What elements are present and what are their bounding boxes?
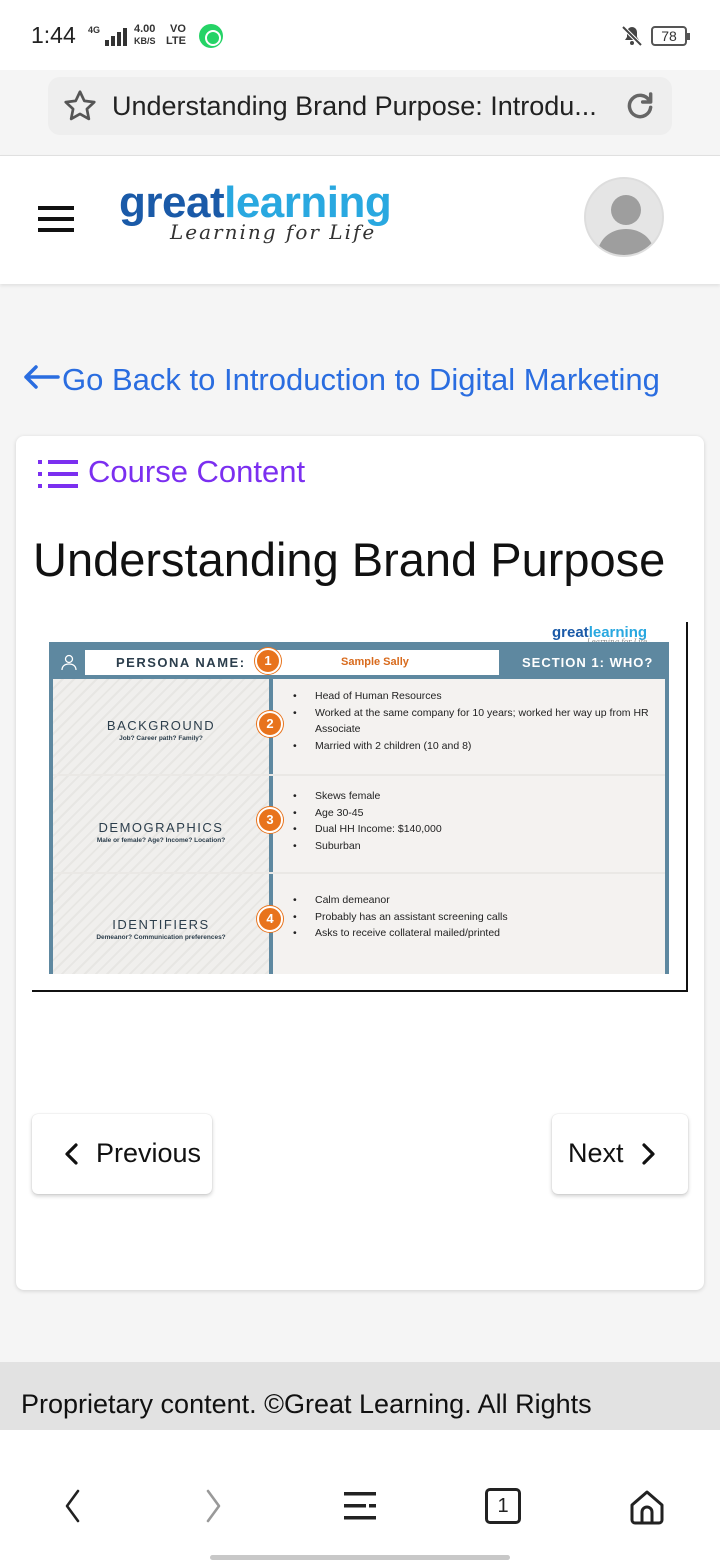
step-badge: 1 — [255, 648, 281, 674]
back-link-label: Go Back to Introduction to Digital Marke… — [62, 362, 660, 397]
list-icon — [38, 460, 78, 488]
demographics-bullets: Skews female Age 30-45 Dual HH Income: $… — [293, 788, 653, 854]
avatar[interactable] — [584, 177, 664, 257]
menu-icon[interactable] — [38, 206, 74, 232]
list-item: Head of Human Resources — [293, 688, 653, 705]
step-badge: 2 — [257, 711, 283, 737]
battery-icon: 78 — [651, 26, 690, 46]
user-icon — [596, 195, 656, 255]
volte-label: VO — [170, 23, 186, 35]
list-item: Suburban — [293, 838, 653, 855]
person-icon — [61, 654, 77, 671]
previous-label: Previous — [96, 1138, 202, 1168]
page-title: Understanding Brand Purpose — [33, 533, 666, 586]
previous-button[interactable]: Previous — [32, 1114, 212, 1194]
page-root: 1:44 4G 4.00 KB/S VO LTE 78 Understandin… — [0, 0, 720, 1560]
category-title: BACKGROUND — [106, 718, 216, 733]
browser-bottom-nav: 1 — [0, 1430, 720, 1560]
back-nav-icon[interactable] — [60, 1488, 86, 1524]
step-badge: 4 — [257, 906, 283, 932]
background-bullets: Head of Human Resources Worked at the sa… — [293, 688, 653, 754]
status-bar: 1:44 4G 4.00 KB/S VO LTE 78 — [0, 0, 720, 70]
whatsapp-icon — [199, 24, 223, 48]
data-rate: 4.00 — [134, 23, 156, 35]
list-item: Dual HH Income: $140,000 — [293, 821, 653, 838]
menu-lines-icon[interactable] — [342, 1488, 378, 1524]
chevron-left-icon — [65, 1143, 78, 1165]
persona-name-value: Sample Sally — [341, 656, 409, 668]
browser-address-bar[interactable]: Understanding Brand Purpose: Introdu... — [48, 77, 672, 135]
section-label: SECTION 1: WHO? — [522, 655, 654, 670]
persona-table: PERSONA NAME: Sample Sally SECTION 1: WH… — [49, 642, 669, 974]
footer-text: Proprietary content. ©Great Learning. Al… — [21, 1389, 666, 1430]
url-title[interactable]: Understanding Brand Purpose: Introdu... — [112, 91, 597, 122]
reload-icon[interactable] — [624, 90, 656, 122]
gesture-bar — [210, 1555, 510, 1560]
category-title: DEMOGRAPHICS — [98, 820, 224, 835]
row-divider — [53, 872, 665, 874]
slide-logo: greatlearning Learning for Life — [552, 624, 647, 646]
data-rate-unit: KB/S — [134, 36, 156, 46]
back-link[interactable]: Go Back to Introduction to Digital Marke… — [22, 362, 660, 398]
category-subtitle: Male or female? Age? Income? Location? — [96, 837, 226, 844]
category-background: BACKGROUND Job? Career path? Family? — [53, 718, 269, 742]
list-item: Married with 2 children (10 and 8) — [293, 738, 653, 755]
forward-nav-icon[interactable] — [200, 1488, 226, 1524]
list-item: Asks to receive collateral mailed/printe… — [293, 925, 653, 942]
category-identifiers: IDENTIFIERS Demeanor? Communication pref… — [53, 917, 269, 941]
tabs-button[interactable]: 1 — [485, 1488, 521, 1524]
site-header: greatlearning Learning for Life — [0, 155, 720, 284]
footer: Proprietary content. ©Great Learning. Al… — [0, 1362, 720, 1430]
chevron-right-icon — [642, 1143, 655, 1165]
list-item: Calm demeanor — [293, 892, 653, 909]
list-item: Probably has an assistant screening call… — [293, 909, 653, 926]
category-demographics: DEMOGRAPHICS Male or female? Age? Income… — [53, 820, 269, 844]
arrow-left-icon — [24, 365, 60, 389]
network-type: 4G — [88, 25, 101, 35]
list-item: Worked at the same company for 10 years;… — [293, 705, 653, 738]
home-icon[interactable] — [628, 1488, 666, 1526]
battery-level: 78 — [661, 28, 677, 44]
list-item: Skews female — [293, 788, 653, 805]
step-badge: 3 — [257, 807, 283, 833]
lte-label: LTE — [166, 35, 186, 47]
next-button[interactable]: Next — [552, 1114, 688, 1194]
status-time: 1:44 — [31, 22, 76, 48]
star-icon[interactable] — [62, 88, 98, 124]
content-card: Course Content Understanding Brand Purpo… — [16, 436, 704, 1290]
list-item: Age 30-45 — [293, 805, 653, 822]
persona-name-box: PERSONA NAME: Sample Sally — [85, 650, 499, 675]
logo-tagline: Learning for Life — [170, 220, 377, 244]
slide-logo-great: great — [552, 624, 589, 641]
identifiers-bullets: Calm demeanor Probably has an assistant … — [293, 892, 653, 942]
persona-slide-image: greatlearning Learning for Life PERSONA … — [32, 622, 688, 992]
persona-header: PERSONA NAME: Sample Sally SECTION 1: WH… — [53, 646, 665, 679]
category-subtitle: Demeanor? Communication preferences? — [96, 934, 226, 941]
row-divider — [53, 774, 665, 776]
persona-name-label: PERSONA NAME: — [116, 655, 246, 670]
category-title: IDENTIFIERS — [112, 917, 210, 932]
signal-icon — [105, 28, 131, 46]
next-label: Next — [568, 1138, 624, 1168]
mute-icon — [621, 25, 643, 47]
category-subtitle: Job? Career path? Family? — [119, 735, 203, 742]
tab-count: 1 — [497, 1495, 509, 1517]
course-content-label: Course Content — [88, 454, 306, 489]
